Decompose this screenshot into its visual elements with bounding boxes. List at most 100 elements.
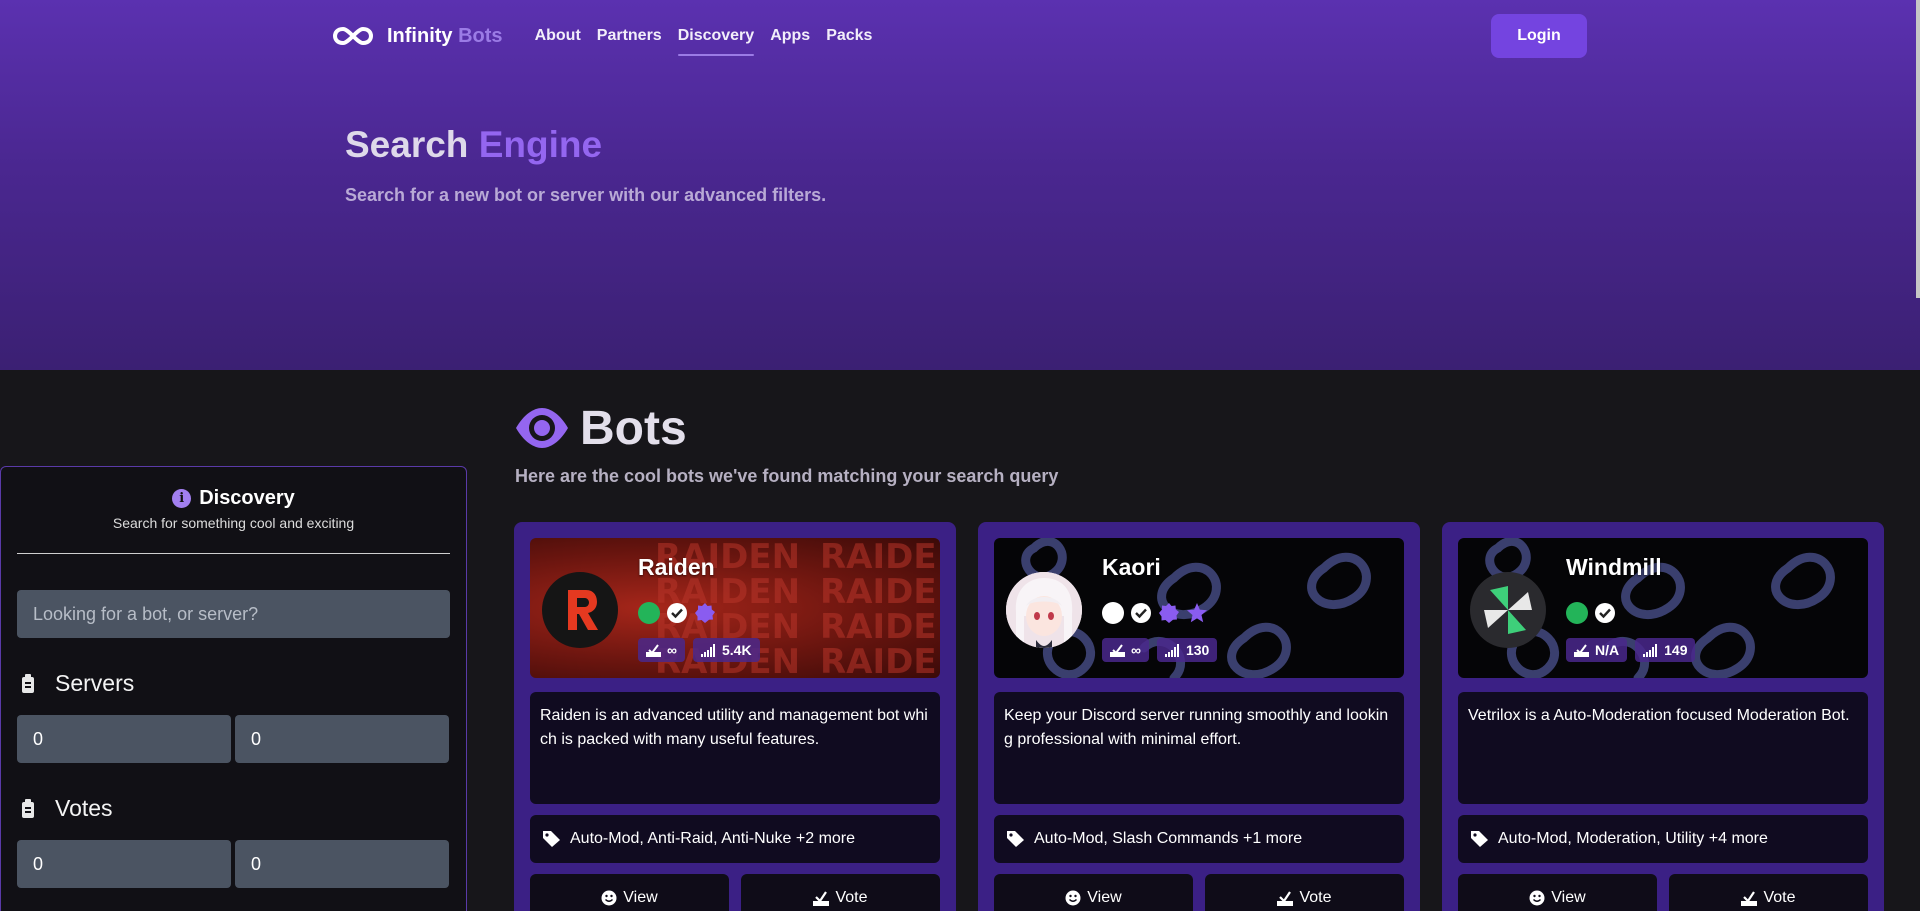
svg-text:RAIDE: RAIDE — [820, 607, 937, 647]
tag-icon — [1007, 831, 1024, 847]
view-button[interactable]: View — [1458, 874, 1657, 911]
sidebar-subtitle: Search for something cool and exciting — [112, 515, 355, 531]
svg-text:RAIDE: RAIDE — [820, 642, 937, 678]
vote-button[interactable]: Vote — [741, 874, 940, 911]
view-button[interactable]: View — [994, 874, 1193, 911]
servers-max-input[interactable] — [235, 715, 449, 763]
login-button[interactable]: Login — [1491, 14, 1587, 58]
verified-check-icon — [667, 603, 687, 623]
smile-icon — [1529, 890, 1545, 906]
vote-box-icon — [1574, 643, 1589, 657]
navbar: Infinity Bots About Partners Discovery A… — [333, 14, 1587, 58]
status-offline-icon — [1102, 602, 1124, 624]
votes-max-input[interactable] — [235, 840, 449, 888]
status-online-icon — [638, 602, 660, 624]
servers-stat: 130 — [1156, 638, 1218, 662]
bot-card-windmill[interactable]: Windmill N/A 149 Vetrilox is a Auto-Mode… — [1442, 522, 1884, 911]
servers-stat: 149 — [1635, 638, 1696, 662]
servers-filter-header: Servers — [21, 670, 466, 697]
votes-min-input[interactable] — [17, 840, 231, 888]
smile-icon — [1065, 890, 1081, 906]
nav-link-apps[interactable]: Apps — [762, 19, 818, 53]
signal-bars-icon — [1164, 643, 1179, 657]
vote-button[interactable]: Vote — [1205, 874, 1404, 911]
card-buttons: View Vote — [530, 874, 940, 911]
servers-min-input[interactable] — [17, 715, 231, 763]
bot-card-kaori[interactable]: Kaori ∞ 130 Keep your Discord server run… — [978, 522, 1420, 911]
vote-box-icon — [1110, 643, 1125, 657]
bot-tags: Auto-Mod, Moderation, Utility +4 more — [1458, 815, 1868, 863]
filter-icon — [22, 798, 34, 818]
bot-badges — [1102, 602, 1208, 624]
bot-name: Windmill — [1566, 554, 1662, 580]
scrollbar-thumb[interactable] — [1916, 0, 1920, 298]
filter-icon — [22, 673, 34, 693]
vote-box-icon — [813, 891, 830, 906]
tag-icon — [1471, 831, 1488, 847]
bot-description: Vetrilox is a Auto-Moderation focused Mo… — [1458, 692, 1868, 804]
bot-description: Keep your Discord server running smoothl… — [994, 692, 1404, 804]
bots-heading: Bots — [514, 400, 687, 456]
signal-bars-icon — [1643, 643, 1658, 657]
sidebar-title: Discovery — [199, 487, 295, 509]
infinity-icon — [333, 26, 373, 46]
hero-section: Infinity Bots About Partners Discovery A… — [0, 0, 1920, 370]
certified-badge-icon — [1159, 603, 1179, 623]
nav-link-about[interactable]: About — [527, 19, 589, 53]
vote-box-icon — [646, 643, 661, 657]
hero-subtitle: Search for a new bot or server with our … — [345, 185, 827, 205]
vote-box-icon — [1277, 891, 1294, 906]
search-input[interactable] — [17, 590, 450, 638]
bot-tags: Auto-Mod, Slash Commands +1 more — [994, 815, 1404, 863]
verified-check-icon — [1595, 603, 1615, 623]
vote-button[interactable]: Vote — [1669, 874, 1868, 911]
eye-icon — [516, 408, 568, 448]
bot-avatar — [542, 572, 618, 648]
bot-name: Raiden — [638, 554, 715, 580]
brand[interactable]: Infinity Bots — [333, 25, 503, 48]
nav-link-packs[interactable]: Packs — [818, 19, 880, 53]
nav-link-partners[interactable]: Partners — [589, 19, 670, 53]
star-icon — [1187, 603, 1207, 623]
svg-text:RAIDE: RAIDE — [820, 572, 937, 612]
bot-avatar — [1006, 572, 1082, 648]
votes-stat: ∞ — [638, 638, 685, 662]
bot-stats: ∞ 130 — [1102, 638, 1218, 662]
bot-banner: Windmill N/A 149 — [1458, 538, 1868, 678]
card-buttons: View Vote — [1458, 874, 1868, 911]
nav-link-discovery[interactable]: Discovery — [670, 19, 763, 56]
votes-stat: N/A — [1566, 638, 1628, 662]
info-icon: i — [172, 489, 192, 508]
certified-badge-icon — [695, 603, 715, 623]
smile-icon — [601, 890, 617, 906]
bot-tags: Auto-Mod, Anti-Raid, Anti-Nuke +2 more — [530, 815, 940, 863]
votes-stat: ∞ — [1102, 638, 1149, 662]
servers-range — [17, 715, 450, 763]
votes-range — [17, 840, 450, 888]
bot-badges — [1566, 602, 1616, 624]
sidebar-header: i Discovery Search for something cool an… — [1, 467, 466, 531]
tag-icon — [543, 831, 560, 847]
bot-avatar — [1470, 572, 1546, 648]
discovery-sidebar: i Discovery Search for something cool an… — [0, 466, 467, 911]
servers-label: Servers — [55, 670, 135, 696]
hero-title: Search Engine — [345, 124, 603, 165]
card-buttons: View Vote — [994, 874, 1404, 911]
bot-stats: N/A 149 — [1566, 638, 1696, 662]
bots-subtitle: Here are the cool bots we've found match… — [515, 466, 1059, 486]
brand-name: Infinity Bots — [387, 24, 503, 47]
votes-label: Votes — [55, 795, 113, 821]
bot-name: Kaori — [1102, 554, 1161, 580]
bot-badges — [638, 602, 716, 624]
bot-stats: ∞ 5.4K — [638, 638, 760, 662]
divider — [17, 553, 450, 554]
status-online-icon — [1566, 602, 1588, 624]
bot-card-raiden[interactable]: RAIDEN RAIDE RAIDEN RAIDE RAIDEN RAIDE RAID… — [514, 522, 956, 911]
nav-links: About Partners Discovery Apps Packs — [527, 19, 881, 56]
view-button[interactable]: View — [530, 874, 729, 911]
servers-stat: 5.4K — [692, 638, 760, 662]
verified-check-icon — [1131, 603, 1151, 623]
vote-box-icon — [1741, 891, 1758, 906]
bots-title: Bots — [580, 401, 687, 455]
bot-description: Raiden is an advanced utility and manage… — [530, 692, 940, 804]
